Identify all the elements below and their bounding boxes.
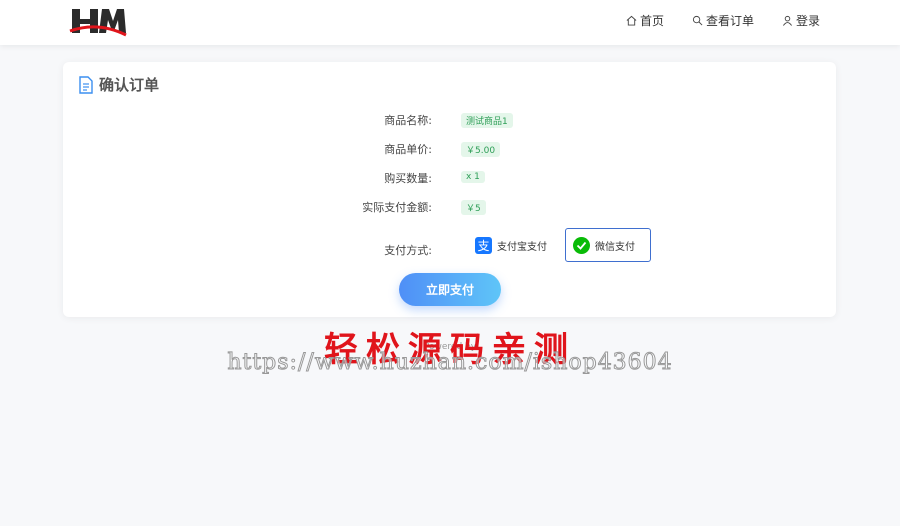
- wechat-option[interactable]: 微信支付: [565, 228, 651, 262]
- unit-price-value: ￥5.00: [461, 142, 501, 157]
- top-nav: 首页 查看订单 登录: [626, 12, 820, 29]
- alipay-option[interactable]: 支 支付宝支付: [467, 228, 555, 262]
- quantity-value: x 1: [461, 171, 485, 183]
- order-card: 确认订单 商品名称: 测试商品1 商品单价: ￥5.00 购买数量: x 1 实…: [63, 62, 836, 317]
- unit-price-label: 商品单价:: [384, 143, 432, 156]
- order-title: 确认订单: [79, 74, 159, 95]
- search-icon: [692, 15, 703, 26]
- alipay-icon: 支: [475, 236, 492, 254]
- row-quantity: 购买数量: x 1: [63, 168, 836, 188]
- row-total: 实际支付金额: ￥5: [63, 197, 836, 217]
- order-title-text: 确认订单: [99, 76, 160, 94]
- quantity-label: 购买数量:: [384, 172, 432, 185]
- row-product-name: 商品名称: 测试商品1: [63, 110, 836, 130]
- pay-now-button[interactable]: 立即支付: [399, 273, 501, 306]
- svg-text:支: 支: [477, 239, 489, 253]
- nav-login[interactable]: 登录: [782, 12, 820, 29]
- wechat-label: 微信支付: [595, 241, 635, 253]
- document-icon: [79, 75, 93, 94]
- product-name-label: 商品名称:: [384, 114, 432, 127]
- nav-login-label: 登录: [795, 14, 820, 28]
- user-icon: [782, 15, 792, 26]
- nav-home-label: 首页: [639, 14, 664, 28]
- payment-method-label: 支付方式:: [384, 244, 432, 257]
- home-icon: [626, 15, 637, 26]
- nav-orders[interactable]: 查看订单: [692, 12, 754, 29]
- watermark-url: https://www.huzhan.com/ishop43604: [227, 350, 673, 376]
- alipay-label: 支付宝支付: [497, 241, 547, 253]
- product-name-value: 测试商品1: [461, 113, 513, 128]
- header: 首页 查看订单 登录: [0, 0, 900, 45]
- total-value: ￥5: [461, 200, 486, 215]
- logo-icon[interactable]: [68, 5, 128, 39]
- wechat-icon: [573, 236, 590, 254]
- nav-orders-label: 查看订单: [705, 14, 754, 28]
- total-label: 实际支付金额:: [362, 201, 432, 214]
- nav-home[interactable]: 首页: [626, 12, 664, 29]
- row-unit-price: 商品单价: ￥5.00: [63, 139, 836, 159]
